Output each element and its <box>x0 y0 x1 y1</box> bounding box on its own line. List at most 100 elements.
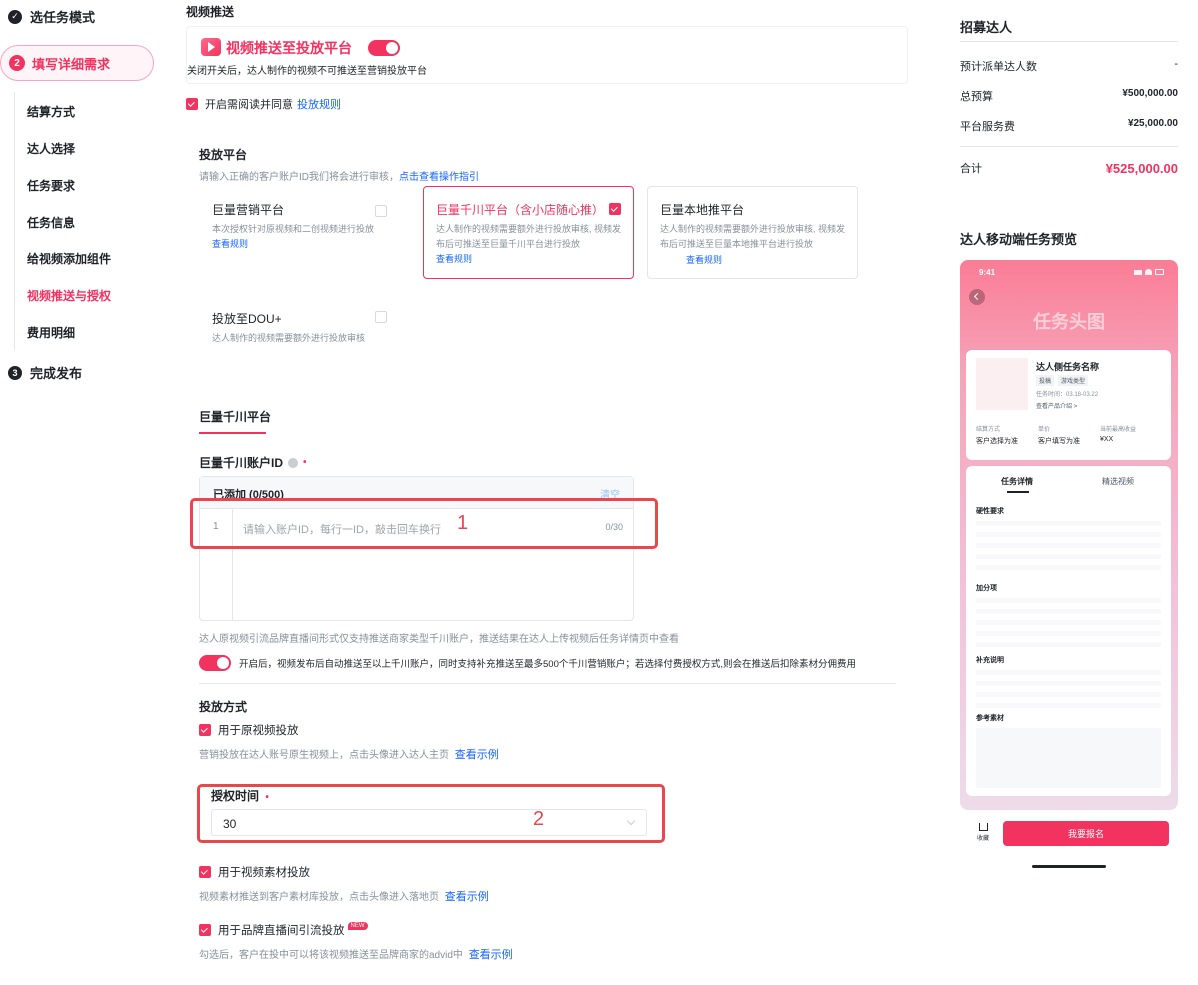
sidebar-item-requirements[interactable]: 任务要求 <box>27 177 75 194</box>
original-checkbox[interactable] <box>199 724 211 736</box>
section-notes: 补充说明 <box>976 657 1004 664</box>
step-label: 选任务模式 <box>30 10 96 25</box>
card-title: 投放至DOU+ <box>212 312 282 326</box>
col-value: 客户填写为准 <box>1038 438 1080 445</box>
option-label: 用于视频素材投放 <box>218 867 310 879</box>
account-note: 达人原视频引流品牌直播间形式仅支持推送商家类型千川账户，推送结果在达人上传视频后… <box>199 634 679 645</box>
original-desc: 营销投放在达人账号原生视频上，点击头像进入达人主页 查看示例 <box>199 746 499 762</box>
step-number: 2 <box>9 55 25 71</box>
card-rules-link[interactable]: 查看规则 <box>212 237 397 250</box>
card-rules-link[interactable]: 查看规则 <box>436 252 621 265</box>
card-title: 巨量千川平台（含小店随心推） <box>436 203 605 217</box>
auto-push-toggle[interactable] <box>199 655 231 671</box>
summary-row-budget: 总预算 ¥500,000.00 <box>960 88 1178 104</box>
divider <box>960 146 1178 147</box>
video-push-icon <box>201 38 221 56</box>
card-title: 巨量本地推平台 <box>660 203 745 217</box>
col-label: 结算方式 <box>976 427 1001 433</box>
sidebar: ✓ 选任务模式 2 填写详细需求 结算方式 达人选择 任务要求 任务信息 给视频… <box>0 0 170 985</box>
section-title: 视频推送 <box>186 5 235 19</box>
card-desc: 本次授权针对原视频和二创视频进行投放 <box>212 224 375 234</box>
tab-qianchuan[interactable]: 巨量千川平台 <box>199 408 271 425</box>
sidebar-item-fees[interactable]: 费用明细 <box>27 324 75 341</box>
sidebar-item-components[interactable]: 给视频添加组件 <box>27 250 111 267</box>
agree-checkbox[interactable] <box>186 98 198 110</box>
tab-task-detail[interactable]: 任务详情 <box>1001 476 1033 487</box>
method-option-live[interactable]: 用于品牌直播间引流投放 NEW <box>199 922 368 938</box>
card-checkbox[interactable] <box>375 311 387 323</box>
step-select-mode[interactable]: ✓ 选任务模式 <box>8 7 95 26</box>
divider <box>14 92 15 350</box>
method-title: 投放方式 <box>199 700 248 714</box>
annotation-label-2: 2 <box>533 808 545 830</box>
desc-text: 勾选后，客户在投中可以将该视频推送至品牌商家的advid中 <box>199 950 463 961</box>
task-thumbnail <box>976 358 1028 410</box>
method-option-original[interactable]: 用于原视频投放 <box>199 722 299 738</box>
platform-card-marketing[interactable]: 巨量营销平台 本次授权针对原视频和二创视频进行投放 查看规则 <box>199 186 410 279</box>
preview-title: 达人移动端任务预览 <box>960 232 1078 247</box>
platform-card-local[interactable]: 巨量本地推平台 达人制作的视频需要额外进行投放审核, 视频发布后可推送至巨量本地… <box>647 186 858 279</box>
sidebar-item-info[interactable]: 任务信息 <box>27 214 75 231</box>
material-checkbox[interactable] <box>199 866 211 878</box>
status-time: 9:41 <box>979 268 996 277</box>
favorite-button[interactable]: 收藏 <box>976 823 990 842</box>
rules-link[interactable]: 投放规则 <box>297 96 341 112</box>
example-link[interactable]: 查看示例 <box>469 949 513 961</box>
step-label: 完成发布 <box>30 366 83 381</box>
option-label: 用于品牌直播间引流投放 <box>218 925 345 937</box>
row-label: 平台服务费 <box>960 121 1015 133</box>
desc-text: 视频素材推送到客户素材库投放，点击头像进入落地页 <box>199 892 439 903</box>
example-link[interactable]: 查看示例 <box>445 891 489 903</box>
col-value: 客户选择为准 <box>976 438 1018 445</box>
placeholder-lines <box>976 521 1161 571</box>
placeholder-lines <box>976 670 1161 710</box>
tab-featured-videos[interactable]: 精选视频 <box>1102 476 1134 487</box>
account-id-label: 巨量千川账户ID • <box>199 454 307 471</box>
platform-card-qianchuan[interactable]: 巨量千川平台（含小店随心推） 达人制作的视频需要额外进行投放审核, 视频发布后可… <box>423 186 634 279</box>
tab-underline <box>199 432 266 434</box>
home-icon <box>978 823 988 831</box>
option-label: 用于原视频投放 <box>218 725 299 737</box>
desc-text: 营销投放在达人账号原生视频上，点击头像进入达人主页 <box>199 750 449 761</box>
live-checkbox[interactable] <box>199 924 211 936</box>
push-toggle[interactable] <box>368 40 400 56</box>
example-link[interactable]: 查看示例 <box>455 749 499 761</box>
push-title: 视频推送至投放平台 <box>226 40 352 56</box>
guide-link[interactable]: 点击查看操作指引 <box>399 172 479 183</box>
card-rules-link[interactable]: 查看规则 <box>686 253 722 266</box>
auto-push-row: 开启后，视频发布后自动推送至以上千川账户，同时支持补充推送至最多500个千川营销… <box>199 655 856 671</box>
row-label: 总预算 <box>960 91 993 103</box>
auto-push-text: 开启后，视频发布后自动推送至以上千川账户，同时支持补充推送至最多500个千川营销… <box>239 659 856 670</box>
divider <box>960 41 1178 42</box>
row-value: ¥500,000.00 <box>1122 88 1178 99</box>
section-bonus: 加分项 <box>976 585 997 592</box>
sidebar-item-push[interactable]: 视频推送与授权 <box>27 287 111 304</box>
summary-row-total: 合计 ¥525,000.00 <box>960 160 1178 176</box>
product-link[interactable]: 查看产品介绍 > <box>1036 401 1077 410</box>
method-option-material[interactable]: 用于视频素材投放 <box>199 864 310 880</box>
sidebar-item-creator[interactable]: 达人选择 <box>27 140 75 157</box>
divider <box>199 683 896 684</box>
task-card: 达人侧任务名称 投稿 游戏类型 任务时间：03.18-03.22 查看产品介绍 … <box>966 350 1171 460</box>
card-desc: 达人制作的视频需要额外进行投放审核 <box>212 333 366 343</box>
step-label: 填写详细需求 <box>32 56 111 72</box>
tab-underline <box>1007 491 1029 493</box>
live-desc: 勾选后，客户在投中可以将该视频推送至品牌商家的advid中 查看示例 <box>199 946 513 962</box>
task-name: 达人侧任务名称 <box>1036 362 1100 372</box>
step-publish[interactable]: 3 完成发布 <box>8 363 82 382</box>
annotation-box-2 <box>197 784 665 843</box>
card-checkbox[interactable] <box>375 205 387 217</box>
signup-button[interactable]: 我要报名 <box>1003 821 1169 846</box>
step-fill-details[interactable]: 2 填写详细需求 <box>0 45 154 81</box>
card-desc: 达人制作的视频需要额外进行投放审核, 视频发布后可推送至巨量本地推平台进行投放 <box>660 224 846 249</box>
card-checkbox[interactable] <box>609 203 621 215</box>
reference-placeholder <box>976 728 1161 788</box>
push-desc: 关闭开关后，达人制作的视频不可推送至营销投放平台 <box>187 66 427 77</box>
platform-card-dou[interactable]: 投放至DOU+ 达人制作的视频需要额外进行投放审核 <box>199 295 410 355</box>
help-icon[interactable] <box>288 457 299 468</box>
task-tag: 游戏类型 <box>1058 375 1089 386</box>
row-label: 预计派单达人数 <box>960 61 1037 73</box>
sidebar-item-settlement[interactable]: 结算方式 <box>27 103 75 120</box>
back-icon[interactable] <box>969 289 985 305</box>
col-label: 单价 <box>1038 427 1051 433</box>
